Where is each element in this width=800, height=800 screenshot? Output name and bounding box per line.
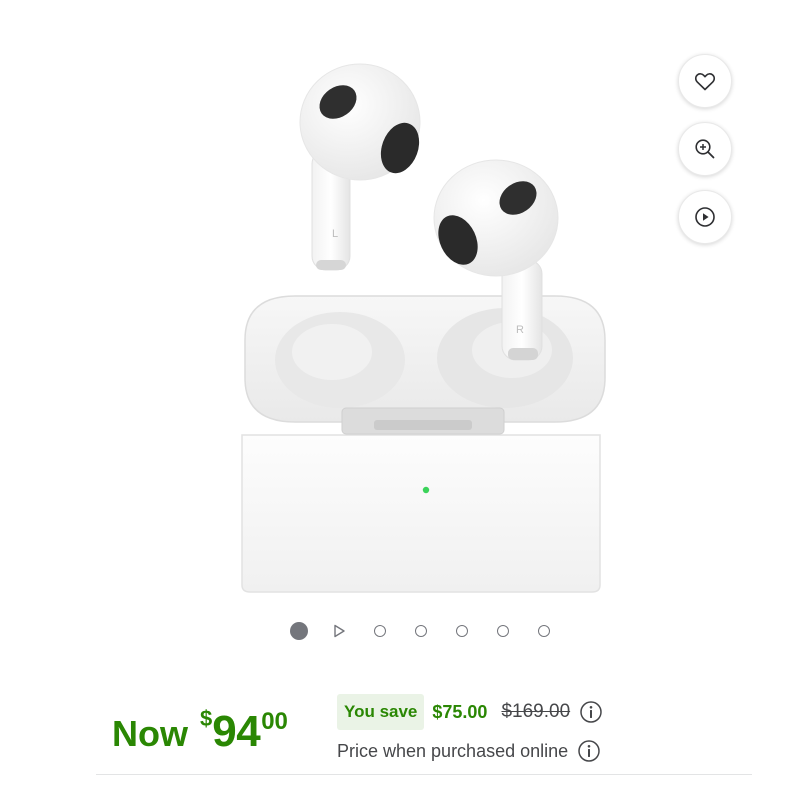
image-carousel-indicators: [290, 621, 550, 641]
favorite-button[interactable]: [678, 54, 732, 108]
carousel-dot-4[interactable]: [415, 625, 427, 637]
online-price-text: Price when purchased online: [337, 740, 569, 761]
zoom-button[interactable]: [678, 122, 732, 176]
carousel-dot-5[interactable]: [456, 625, 468, 637]
price-dollars: 94: [212, 707, 261, 756]
online-price-note: Price when purchased online: [337, 737, 601, 765]
price-cents: 00: [261, 708, 288, 735]
play-triangle-icon: [334, 624, 345, 638]
video-button[interactable]: [678, 190, 732, 244]
carousel-dot-7[interactable]: [538, 625, 550, 637]
savings-row: You save $75.00 $169.00: [337, 694, 603, 730]
current-price: Now $ 94 00: [112, 702, 288, 754]
product-page: L R Now $ 94 00 You save $75.00 $169.00 …: [0, 0, 800, 800]
zoom-in-icon: [693, 137, 717, 161]
carousel-dot-1[interactable]: [290, 622, 308, 640]
save-amount: $75.00: [432, 701, 488, 722]
info-icon[interactable]: [579, 700, 603, 724]
product-image[interactable]: L R: [220, 40, 620, 600]
right-earbud-mark: R: [516, 324, 524, 336]
info-icon[interactable]: [577, 739, 601, 763]
left-earbud-mark: L: [332, 228, 338, 240]
heart-icon: [693, 69, 717, 93]
section-divider: [96, 774, 752, 775]
carousel-dot-6[interactable]: [497, 625, 509, 637]
you-save-badge: You save: [337, 694, 425, 730]
carousel-video-dot[interactable]: [332, 624, 346, 638]
price-currency: $: [200, 706, 213, 731]
was-price: $169.00: [501, 701, 571, 722]
carousel-dot-3[interactable]: [374, 625, 386, 637]
play-circle-icon: [693, 205, 717, 229]
now-label: Now: [112, 713, 188, 754]
